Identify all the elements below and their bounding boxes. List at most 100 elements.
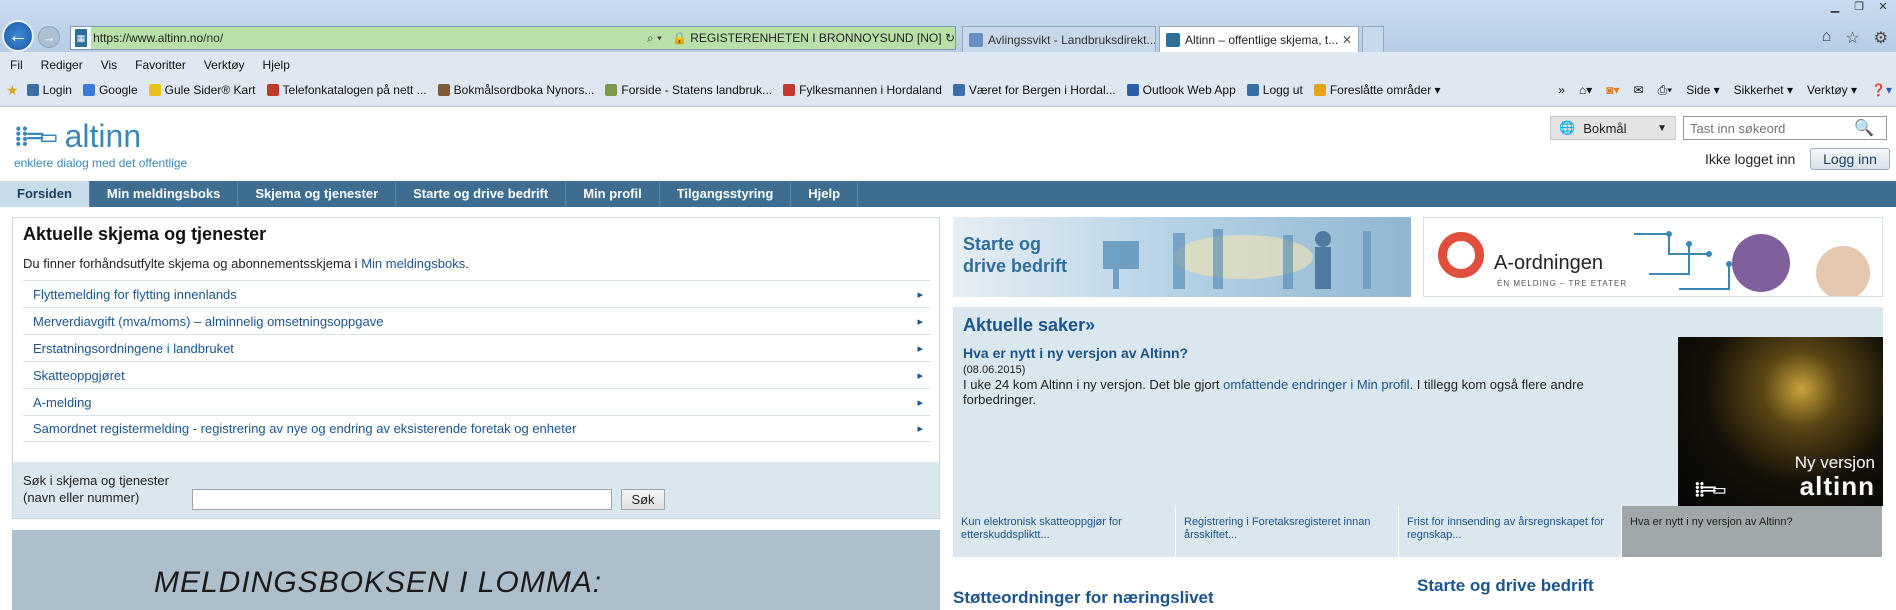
nav-skjema-og-tjenester[interactable]: Skjema og tjenester [238,181,397,207]
form-search-label-line1: Søk i skjema og tjenester [23,473,169,488]
news-link[interactable]: Kun elektronisk skatteoppgjør for etters… [953,506,1176,557]
rss-feed-icon[interactable]: ◙▾ [1606,83,1619,97]
fav-icon [605,84,618,96]
search-dropdown-icon[interactable]: ⌕ ▾ [641,27,668,49]
fav-fylkesmannen[interactable]: Fylkesmannen i Hordaland [783,83,942,97]
news-body-text: I uke 24 kom Altinn i ny versjon. Det bl… [963,377,1224,392]
form-link[interactable]: Flyttemelding for flytting innenlands [33,287,237,302]
nav-min-meldingsboks[interactable]: Min meldingsboks [90,181,239,207]
altinn-logo[interactable]: ⁞⁞═▭ altinn [14,118,141,155]
settings-gear-icon[interactable]: ⚙ [1874,28,1888,48]
fav-google[interactable]: Google [82,83,138,97]
fav-logout[interactable]: Logg ut [1246,83,1303,97]
form-link[interactable]: Skatteoppgjøret [33,368,125,383]
list-item[interactable]: Samordnet registermelding - registrering… [23,415,931,442]
search-input[interactable] [1684,120,1854,136]
form-link[interactable]: Samordnet registermelding - registrering… [33,421,576,436]
support-schemes-heading[interactable]: Støtteordninger for næringslivet [953,588,1214,608]
form-link[interactable]: Merverdiavgift (mva/moms) – alminnelig o… [33,314,383,329]
start-business-banner-title: Starte og drive bedrift [963,233,1067,277]
tab-favicon [1166,32,1180,47]
fav-suggested-sites[interactable]: Foreslåtte områder ▾ [1313,83,1441,97]
certificate-label[interactable]: 🔒 REGISTERENHETEN I BRONNOYSUND [NO] ↻ [667,27,955,49]
news-link[interactable]: Frist for innsending av årsregnskapet fo… [1399,506,1622,557]
print-icon[interactable]: ⎙▾ [1658,83,1673,98]
home-icon[interactable]: ⌂ [1822,28,1832,48]
person-illustration [1816,246,1870,296]
fav-label: Outlook Web App [1142,83,1236,97]
nav-min-profil[interactable]: Min profil [566,181,660,207]
minimize-icon[interactable]: ▁ [1826,0,1844,14]
fav-outlook[interactable]: Outlook Web App [1126,83,1236,97]
tab-altinn[interactable]: Altinn – offentlige skjema, t... ✕ [1159,26,1359,52]
fav-label: Logg ut [1262,83,1303,97]
form-search-button[interactable]: Søk [621,489,665,510]
start-business-heading[interactable]: Starte og drive bedrift [1417,576,1594,596]
close-window-icon[interactable]: ✕ [1874,0,1892,14]
new-tab-button[interactable] [1362,26,1384,52]
fav-login[interactable]: Login [26,83,72,97]
fav-icon [266,84,279,96]
menu-help[interactable]: Hjelp [263,58,290,72]
menu-file[interactable]: Fil [10,58,23,72]
forward-button[interactable]: → [38,26,60,48]
fav-weather-bergen[interactable]: Været for Bergen i Hordal... [952,83,1116,97]
safety-menu[interactable]: Sikkerhet ▾ [1734,83,1793,97]
fav-icon [952,84,965,96]
nav-forsiden[interactable]: Forsiden [0,181,90,207]
list-item[interactable]: A-melding ▸ [23,388,931,415]
a-ordningen-banner[interactable]: A-ordningen ÉN MELDING – TRE ETATER [1423,217,1883,297]
favorites-star-icon[interactable]: ★ [6,82,19,99]
form-link[interactable]: Erstatningsordningene i landbruket [33,341,234,356]
nav-hjelp[interactable]: Hjelp [791,181,859,207]
overflow-chevron-icon[interactable]: » [1558,83,1565,97]
promo-banner[interactable]: MELDINGSBOKSEN I LOMMA: [12,530,940,610]
list-item[interactable]: Flyttemelding for flytting innenlands ▸ [23,280,931,307]
tools-menu[interactable]: Verktøy ▾ [1807,83,1857,97]
news-link[interactable]: Registrering i Foretaksregisteret innan … [1176,506,1399,557]
fav-bokmalsordboka[interactable]: Bokmålsordboka Nynors... [437,83,594,97]
search-icon[interactable]: 🔍 [1854,118,1874,138]
nav-starte-og-drive-bedrift[interactable]: Starte og drive bedrift [396,181,567,207]
language-select[interactable]: 🌐 Bokmål ▼ [1550,116,1676,140]
menu-edit[interactable]: Rediger [41,58,83,72]
news-link-active[interactable]: Hva er nytt i ny versjon av Altinn? [1622,506,1883,557]
min-profil-changes-link[interactable]: omfattende endringer i Min profil [1223,377,1409,392]
back-button[interactable]: ← [2,20,34,52]
nav-tilgangsstyring[interactable]: Tilgangsstyring [660,181,792,207]
favorites-star-icon[interactable]: ☆ [1845,28,1859,48]
fav-landbruk[interactable]: Forside - Statens landbruk... [605,83,772,97]
form-search-input[interactable] [192,489,612,510]
url-text[interactable]: https://www.altinn.no/no/ [91,27,642,49]
help-icon[interactable]: ❓▾ [1871,83,1892,97]
forms-intro: Du finner forhåndsutfylte skjema og abon… [23,256,469,271]
menu-view[interactable]: Vis [101,58,117,72]
a-ordningen-subtitle: ÉN MELDING – TRE ETATER [1497,279,1628,288]
address-bar[interactable]: ▦ https://www.altinn.no/no/ ⌕ ▾ 🔒 REGIST… [70,26,956,50]
intro-text: Du finner forhåndsutfylte skjema og abon… [23,256,362,271]
news-heading[interactable]: Aktuelle saker» [963,315,1095,336]
fav-telefonkatalogen[interactable]: Telefonkatalogen på nett ... [266,83,427,97]
list-item[interactable]: Erstatningsordningene i landbruket ▸ [23,334,931,361]
close-tab-icon[interactable]: ✕ [1342,33,1352,47]
a-ordningen-title: A-ordningen [1494,252,1603,274]
login-button[interactable]: Logg inn [1810,148,1890,170]
tab-avlingssvikt[interactable]: Avlingssvikt - Landbruksdirekt... [962,26,1156,52]
list-item[interactable]: Merverdiavgift (mva/moms) – alminnelig o… [23,307,931,334]
menu-favorites[interactable]: Favoritter [135,58,186,72]
browser-right-icons: ⌂ ☆ ⚙ [1822,28,1888,48]
min-meldingsboks-link[interactable]: Min meldingsboks [361,256,465,271]
list-item[interactable]: Skatteoppgjøret ▸ [23,361,931,388]
home-page-icon[interactable]: ⌂▾ [1579,83,1592,97]
news-image[interactable]: Ny versjon ⁞⁞═▭ altinn [1678,337,1883,511]
restore-icon[interactable]: ❐ [1850,0,1868,14]
menu-tools[interactable]: Verktøy [204,58,245,72]
page-menu[interactable]: Side ▾ [1686,83,1719,97]
news-title[interactable]: Hva er nytt i ny versjon av Altinn? [963,345,1188,361]
fav-gule-sider[interactable]: Gule Sider® Kart [148,83,256,97]
form-link[interactable]: A-melding [33,395,92,410]
news-image-line2: altinn [1799,471,1875,501]
window-controls: ▁ ❐ ✕ [1826,0,1892,14]
start-business-banner[interactable]: Starte og drive bedrift [953,217,1411,297]
mail-icon[interactable]: ✉ [1634,83,1644,97]
